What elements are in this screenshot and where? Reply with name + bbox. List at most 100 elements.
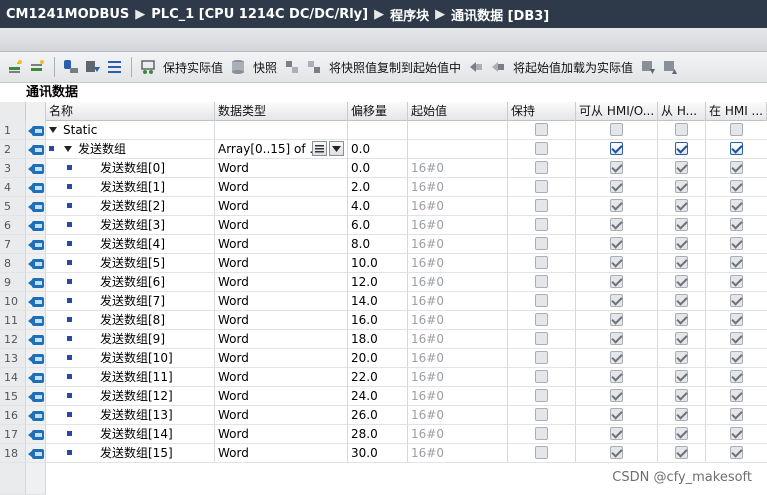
- hmi-visible-checkbox[interactable]: [730, 427, 743, 440]
- cell-hmi-visible[interactable]: [706, 235, 767, 254]
- retain-checkbox[interactable]: [535, 199, 548, 212]
- cell-hmi-visible[interactable]: [706, 140, 767, 159]
- cell-retain[interactable]: [508, 444, 576, 463]
- row-name[interactable]: 发送数组[4]: [100, 237, 165, 251]
- table-row[interactable]: 17 发送数组[14] Word 28.0 16#0: [0, 425, 767, 444]
- cell-hmi-visible[interactable]: [706, 406, 767, 425]
- row-number[interactable]: 9: [0, 273, 26, 292]
- row-name[interactable]: 发送数组[0]: [100, 161, 165, 175]
- cell-hmi-accessible[interactable]: [576, 368, 658, 387]
- cell-hmi-writable[interactable]: [658, 197, 706, 216]
- cell-start-value[interactable]: 16#0: [408, 235, 508, 254]
- table-row[interactable]: 8 发送数组[5] Word 10.0 16#0: [0, 254, 767, 273]
- cell-retain[interactable]: [508, 349, 576, 368]
- cell-hmi-accessible[interactable]: [576, 216, 658, 235]
- cell-start-value[interactable]: 16#0: [408, 349, 508, 368]
- cell-retain[interactable]: [508, 330, 576, 349]
- cell-hmi-accessible[interactable]: [576, 254, 658, 273]
- cell-retain[interactable]: [508, 254, 576, 273]
- retain-checkbox[interactable]: [535, 351, 548, 364]
- cell-hmi-accessible[interactable]: [576, 425, 658, 444]
- row-name[interactable]: 发送数组[1]: [100, 180, 165, 194]
- cell-retain[interactable]: [508, 235, 576, 254]
- retain-checkbox[interactable]: [535, 313, 548, 326]
- row-number[interactable]: 13: [0, 349, 26, 368]
- cell-data-type[interactable]: Word: [215, 387, 348, 406]
- row-number[interactable]: 4: [0, 178, 26, 197]
- copy-snapshot-icon[interactable]: [283, 58, 301, 76]
- hmi-visible-checkbox[interactable]: [730, 294, 743, 307]
- cell-hmi-accessible[interactable]: [576, 235, 658, 254]
- cell-retain[interactable]: [508, 178, 576, 197]
- cell-hmi-accessible[interactable]: [576, 197, 658, 216]
- cell-start-value[interactable]: 16#0: [408, 216, 508, 235]
- snapshot-icon[interactable]: [229, 58, 247, 76]
- retain-checkbox[interactable]: [535, 275, 548, 288]
- cell-hmi-writable[interactable]: [658, 311, 706, 330]
- hmi-accessible-checkbox[interactable]: [610, 180, 623, 193]
- cell-hmi-visible[interactable]: [706, 178, 767, 197]
- row-number[interactable]: 12: [0, 330, 26, 349]
- cell-name[interactable]: 发送数组[14]: [46, 425, 215, 444]
- table-row[interactable]: 14 发送数组[11] Word 22.0 16#0: [0, 368, 767, 387]
- cell-hmi-visible[interactable]: [706, 197, 767, 216]
- row-name[interactable]: 发送数组[15]: [100, 446, 173, 460]
- cell-start-value[interactable]: 16#0: [408, 292, 508, 311]
- cell-start-value[interactable]: 16#0: [408, 273, 508, 292]
- row-number[interactable]: 16: [0, 406, 26, 425]
- hmi-writable-checkbox[interactable]: [675, 237, 688, 250]
- cell-start-value[interactable]: [408, 140, 508, 159]
- row-number[interactable]: 14: [0, 368, 26, 387]
- hmi-accessible-checkbox[interactable]: [610, 123, 623, 136]
- hmi-visible-checkbox[interactable]: [730, 313, 743, 326]
- cell-data-type[interactable]: Word: [215, 254, 348, 273]
- cell-data-type[interactable]: [215, 121, 348, 140]
- hmi-writable-checkbox[interactable]: [675, 370, 688, 383]
- cell-name[interactable]: 发送数组[15]: [46, 444, 215, 463]
- table-row[interactable]: 15 发送数组[12] Word 24.0 16#0: [0, 387, 767, 406]
- cell-hmi-visible[interactable]: [706, 311, 767, 330]
- cell-hmi-writable[interactable]: [658, 235, 706, 254]
- hmi-accessible-checkbox[interactable]: [610, 142, 623, 155]
- cell-hmi-writable[interactable]: [658, 406, 706, 425]
- load-start-icon-2[interactable]: [489, 58, 507, 76]
- cell-data-type[interactable]: Word: [215, 273, 348, 292]
- collapse-arrow-icon[interactable]: [49, 126, 57, 133]
- cell-hmi-accessible[interactable]: [576, 311, 658, 330]
- row-name[interactable]: 发送数组[5]: [100, 256, 165, 270]
- retain-checkbox[interactable]: [535, 427, 548, 440]
- hmi-visible-checkbox[interactable]: [730, 180, 743, 193]
- cell-name[interactable]: 发送数组[2]: [46, 197, 215, 216]
- hmi-accessible-checkbox[interactable]: [610, 313, 623, 326]
- row-name[interactable]: 发送数组[3]: [100, 218, 165, 232]
- cell-start-value[interactable]: 16#0: [408, 311, 508, 330]
- hmi-writable-checkbox[interactable]: [675, 123, 688, 136]
- hmi-writable-checkbox[interactable]: [675, 351, 688, 364]
- collapse-all-icon[interactable]: [84, 58, 102, 76]
- cell-hmi-accessible[interactable]: [576, 292, 658, 311]
- cell-retain[interactable]: [508, 387, 576, 406]
- cell-name[interactable]: 发送数组[8]: [46, 311, 215, 330]
- upload-icon[interactable]: [661, 58, 679, 76]
- cell-data-type[interactable]: Word: [215, 349, 348, 368]
- retain-checkbox[interactable]: [535, 294, 548, 307]
- cell-name[interactable]: 发送数组[12]: [46, 387, 215, 406]
- table-row[interactable]: 3 发送数组[0] Word 0.0 16#0: [0, 159, 767, 178]
- hmi-visible-checkbox[interactable]: [730, 161, 743, 174]
- row-name[interactable]: 发送数组[2]: [100, 199, 165, 213]
- cell-hmi-visible[interactable]: [706, 273, 767, 292]
- cell-data-type[interactable]: Word: [215, 292, 348, 311]
- cell-data-type[interactable]: Word: [215, 178, 348, 197]
- retain-checkbox[interactable]: [535, 370, 548, 383]
- cell-start-value[interactable]: 16#0: [408, 368, 508, 387]
- cell-hmi-visible[interactable]: [706, 368, 767, 387]
- cell-start-value[interactable]: 16#0: [408, 159, 508, 178]
- keep-actual-values-button[interactable]: 保持实际值: [163, 59, 223, 76]
- snapshot-button[interactable]: 快照: [253, 59, 277, 76]
- header-retain[interactable]: 保持: [508, 102, 576, 121]
- hmi-accessible-checkbox[interactable]: [610, 332, 623, 345]
- table-row[interactable]: 10 发送数组[7] Word 14.0 16#0: [0, 292, 767, 311]
- hmi-visible-checkbox[interactable]: [730, 389, 743, 402]
- retain-checkbox[interactable]: [535, 123, 548, 136]
- cell-hmi-visible[interactable]: [706, 444, 767, 463]
